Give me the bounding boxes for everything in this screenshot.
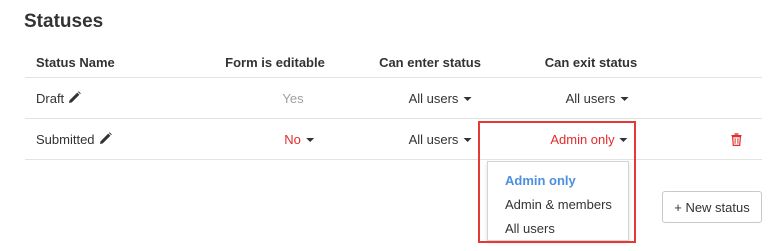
can-enter-dropdown[interactable]: All users <box>409 91 472 106</box>
pencil-icon[interactable] <box>68 90 81 107</box>
status-name-label: Submitted <box>36 132 95 147</box>
can-enter-value: All users <box>408 132 459 147</box>
page-title: Statuses <box>24 11 104 32</box>
status-name-cell: Submitted <box>36 131 112 149</box>
row-divider <box>25 159 762 160</box>
form-editable-dropdown[interactable]: No <box>284 132 314 147</box>
caret-down-icon <box>463 96 472 101</box>
caret-down-icon <box>463 137 472 142</box>
new-status-button[interactable]: + New status <box>662 191 762 223</box>
caret-down-icon <box>305 137 314 142</box>
header-divider <box>25 77 762 78</box>
column-header-status-name: Status Name <box>36 55 115 70</box>
pencil-icon[interactable] <box>99 131 112 148</box>
form-editable-value: Yes <box>282 91 304 106</box>
column-header-can-enter: Can enter status <box>379 55 481 70</box>
can-exit-dropdown[interactable]: All users <box>566 91 629 106</box>
status-name-label: Draft <box>36 91 65 106</box>
status-name-cell: Draft <box>36 90 81 108</box>
row-divider <box>25 118 762 119</box>
column-header-can-exit: Can exit status <box>544 55 638 70</box>
highlight-annotation <box>478 121 636 243</box>
form-editable-value: No <box>284 132 301 147</box>
trash-icon[interactable] <box>731 133 742 151</box>
can-enter-dropdown[interactable]: All users <box>409 132 472 147</box>
can-exit-value: All users <box>565 91 616 106</box>
can-enter-value: All users <box>408 91 459 106</box>
caret-down-icon <box>620 96 629 101</box>
column-header-form-editable: Form is editable <box>225 55 325 70</box>
